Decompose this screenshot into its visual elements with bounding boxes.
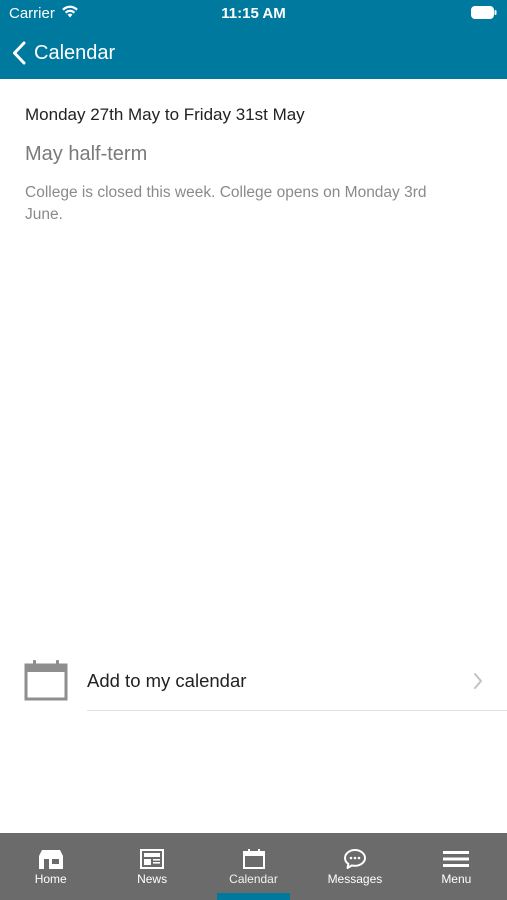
chat-bubble-icon	[343, 848, 367, 870]
navigation-bar: Calendar	[0, 28, 507, 79]
calendar-icon	[242, 848, 265, 870]
divider	[87, 710, 507, 711]
tab-calendar-label: Calendar	[229, 872, 278, 886]
back-button[interactable]: Calendar	[12, 38, 115, 68]
newspaper-icon	[140, 848, 165, 870]
tab-messages[interactable]: Messages	[304, 833, 405, 900]
home-icon	[36, 848, 66, 870]
tab-menu[interactable]: Menu	[406, 833, 507, 900]
add-to-calendar-label: Add to my calendar	[87, 670, 247, 691]
add-to-calendar-button[interactable]: Add to my calendar	[0, 652, 507, 712]
event-dates: Monday 27th May to Friday 31st May	[25, 105, 305, 124]
chevron-left-icon	[12, 41, 26, 65]
event-title: May half-term	[25, 143, 148, 165]
status-bar: Carrier 11:15 AM	[0, 0, 507, 28]
event-description: College is closed this week. College ope…	[25, 184, 427, 223]
page-title: Calendar	[34, 41, 116, 64]
hamburger-menu-icon	[443, 848, 470, 870]
tab-messages-label: Messages	[327, 872, 383, 886]
tab-news[interactable]: News	[101, 833, 202, 900]
event-details: Monday 27th May to Friday 31st May May h…	[25, 79, 465, 226]
status-time: 11:15 AM	[221, 5, 286, 22]
battery-icon	[471, 6, 497, 19]
tab-home-label: Home	[34, 872, 67, 886]
calendar-icon	[24, 658, 70, 704]
active-tab-indicator	[216, 893, 291, 900]
tab-bar: Home News Calendar Messages Menu	[0, 833, 507, 900]
tab-menu-label: Menu	[441, 872, 472, 886]
tab-news-label: News	[137, 872, 168, 886]
chevron-right-icon	[473, 672, 483, 690]
tab-home[interactable]: Home	[0, 833, 101, 900]
tab-calendar[interactable]: Calendar	[203, 833, 304, 900]
